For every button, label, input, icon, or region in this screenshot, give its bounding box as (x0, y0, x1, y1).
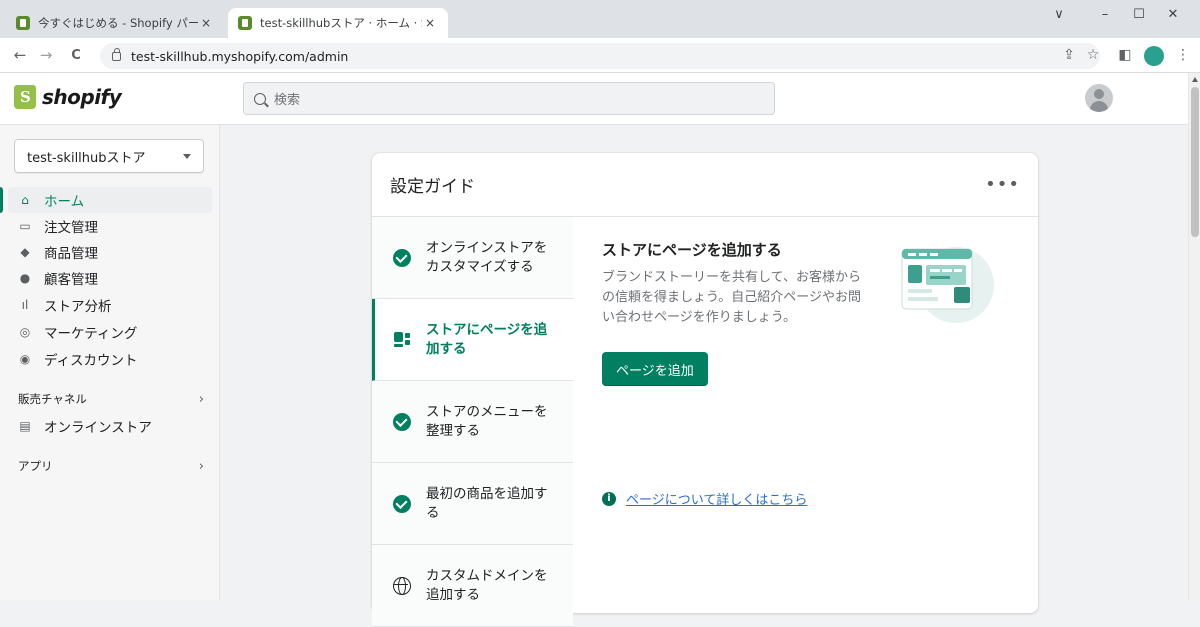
admin-topbar: shopify 検索 (0, 73, 1188, 125)
step-label: カスタムドメインを 追加する (426, 567, 548, 603)
sidebar-item-analytics[interactable]: ıl ストア分析 (8, 292, 212, 318)
browser-tab-partners[interactable]: 今すぐはじめる - Shopify パートナー × (6, 8, 224, 38)
sidebar-item-marketing[interactable]: ◎ マーケティング (8, 319, 212, 345)
chevron-right-icon: › (198, 391, 204, 407)
sales-channels-label: 販売チャネル (18, 392, 87, 406)
more-actions-icon[interactable]: ••• (985, 174, 1020, 195)
shopify-bag-icon (14, 85, 36, 109)
address-bar[interactable]: test-skillhub.myshopify.com/admin (100, 43, 1100, 69)
logo-text: shopify (42, 85, 122, 109)
store-icon: ▤ (19, 419, 31, 433)
scroll-up-icon[interactable] (1192, 77, 1198, 82)
sidebar-item-orders[interactable]: ▭ 注文管理 (8, 213, 212, 239)
apps-header[interactable]: アプリ › (18, 456, 204, 476)
guide-step-menu[interactable]: ストアのメニューを 整理する (372, 381, 573, 463)
shopify-favicon-icon (16, 16, 30, 30)
card-header: 設定ガイド ••• (372, 153, 1038, 217)
shopify-logo[interactable]: shopify (14, 85, 122, 109)
forward-arrow-icon[interactable]: → (34, 43, 58, 67)
sidebar-item-label: ホーム (44, 194, 85, 210)
store-name: test-skillhubストア (27, 150, 146, 166)
sidebar-item-customers[interactable]: ● 顧客管理 (8, 265, 212, 291)
add-page-button[interactable]: ページを追加 (602, 352, 708, 386)
learn-more-link[interactable]: ページについて詳しくはこちら (626, 489, 807, 508)
scrollbar-thumb[interactable] (1191, 87, 1199, 237)
analytics-icon: ıl (21, 298, 29, 312)
browser-toolbar: ← → C test-skillhub.myshopify.com/admin … (0, 38, 1200, 73)
sidebar-item-label: オンラインストア (44, 420, 152, 436)
back-arrow-icon[interactable]: ← (8, 43, 32, 67)
sidebar-item-label: 注文管理 (44, 220, 98, 236)
sidebar-item-label: 顧客管理 (44, 272, 98, 288)
learn-more-row: i ページについて詳しくはこちら (602, 489, 807, 508)
sidebar-item-label: ディスカウント (44, 353, 138, 369)
caret-down-icon (183, 153, 191, 159)
lock-icon (112, 47, 121, 61)
guide-step-domain[interactable]: カスタムドメインを 追加する (372, 545, 573, 627)
sidebar-item-online-store[interactable]: ▤ オンラインストア (8, 413, 212, 439)
search-placeholder: 検索 (274, 93, 301, 108)
side-panel-icon[interactable]: ◧ (1114, 44, 1136, 66)
globe-icon (392, 576, 412, 596)
customer-icon: ● (19, 271, 31, 285)
reload-icon[interactable]: C (64, 43, 88, 67)
check-circle-icon (392, 248, 412, 268)
sidebar: test-skillhubストア ⌂ ホーム ▭ 注文管理 ◆ 商品管理 ● 顧… (0, 125, 220, 600)
tab-close-icon[interactable]: × (198, 16, 214, 30)
page-scrollbar[interactable] (1188, 73, 1200, 600)
share-icon[interactable]: ⇪ (1058, 44, 1080, 66)
bookmark-star-icon[interactable]: ☆ (1082, 44, 1104, 66)
guide-step-first-product[interactable]: 最初の商品を追加す る (372, 463, 573, 545)
guide-steps: オンラインストアを カスタマイズする ストアにページを追 加する ストアのメニュ… (372, 217, 573, 627)
tag-icon: ◆ (20, 245, 30, 259)
window-close-icon[interactable]: ✕ (1150, 0, 1196, 28)
tab-strip: 今すぐはじめる - Shopify パートナー × test-skillhubス… (0, 0, 1200, 38)
tab-title: 今すぐはじめる - Shopify パートナー (38, 16, 198, 30)
chevron-right-icon: › (198, 458, 204, 474)
orders-icon: ▭ (19, 219, 31, 233)
profile-avatar-icon[interactable] (1144, 46, 1164, 66)
marketing-icon: ◎ (19, 325, 31, 339)
search-input[interactable]: 検索 (243, 82, 775, 115)
step-label: 最初の商品を追加す る (426, 485, 548, 521)
url-text: test-skillhub.myshopify.com/admin (131, 48, 349, 64)
step-label: ストアにページを追 加する (426, 321, 548, 357)
apps-label: アプリ (18, 459, 53, 473)
sales-channels-header[interactable]: 販売チャネル › (18, 389, 204, 409)
discount-icon: ◉ (19, 352, 31, 366)
browser-menu-icon[interactable]: ⋮ (1172, 44, 1194, 66)
tab-title: test-skillhubストア · ホーム · Shopify (260, 16, 422, 30)
tab-search-dropdown-icon[interactable]: ∨ (1036, 0, 1082, 28)
search-icon (254, 92, 266, 105)
home-icon: ⌂ (21, 193, 29, 207)
guide-step-add-page[interactable]: ストアにページを追 加する (372, 299, 573, 381)
sidebar-item-label: 商品管理 (44, 246, 98, 262)
step-label: ストアのメニューを 整理する (426, 403, 548, 439)
user-avatar[interactable] (1085, 84, 1113, 112)
store-selector[interactable]: test-skillhubストア (14, 139, 204, 173)
card-title: 設定ガイド (390, 177, 475, 197)
sidebar-item-label: マーケティング (44, 326, 138, 342)
page-illustration (901, 247, 994, 323)
browser-chrome: 今すぐはじめる - Shopify パートナー × test-skillhubス… (0, 0, 1200, 73)
browser-tab-admin[interactable]: test-skillhubストア · ホーム · Shopify × (228, 8, 448, 38)
check-circle-icon (392, 494, 412, 514)
guide-step-customize[interactable]: オンラインストアを カスタマイズする (372, 217, 573, 299)
detail-description: ブランドストーリーを共有して、お客様からの信頼を得ましょう。自己紹介ページやお問… (602, 270, 861, 325)
sidebar-item-discounts[interactable]: ◉ ディスカウント (8, 346, 212, 372)
info-icon: i (602, 491, 616, 506)
tab-close-icon[interactable]: × (422, 16, 438, 30)
shopify-favicon-icon (238, 16, 252, 30)
sidebar-item-products[interactable]: ◆ 商品管理 (8, 239, 212, 265)
page-blocks-icon (392, 330, 412, 350)
check-circle-icon (392, 412, 412, 432)
step-label: オンラインストアを カスタマイズする (426, 239, 548, 275)
sidebar-item-label: ストア分析 (44, 299, 112, 315)
sidebar-item-home[interactable]: ⌂ ホーム (0, 187, 212, 213)
setup-guide-card: 設定ガイド ••• オンラインストアを カスタマイズする ストアにページを追 加… (372, 153, 1038, 627)
